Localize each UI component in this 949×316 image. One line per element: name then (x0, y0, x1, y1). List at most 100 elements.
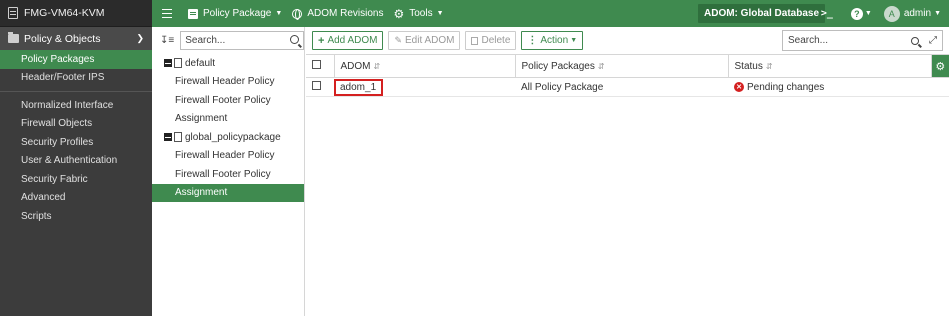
tree-node-firewall-header-policy[interactable]: Firewall Header Policy (152, 147, 304, 166)
avatar[interactable]: A (883, 5, 900, 22)
table-row[interactable]: adom_1 All Policy Package ✕ Pending chan… (306, 77, 949, 97)
tree-node-label: global_policypackage (185, 131, 281, 143)
column-header-adom[interactable]: ADOM ⇵ (334, 54, 516, 78)
sort-icon: ⇵ (373, 61, 381, 71)
sidebar-item-user-authentication[interactable]: User & Authentication (0, 152, 152, 171)
gear-icon: ⚙ (393, 6, 405, 21)
globe-icon (292, 8, 303, 20)
tree-node-firewall-header-policy[interactable]: Firewall Header Policy (152, 73, 304, 92)
main-search-placeholder: Search... (788, 35, 829, 46)
policy-package-tree: ↧≡ Search... default Firewall Header Pol… (152, 27, 305, 316)
tree-search-input[interactable]: Search... (180, 31, 304, 50)
sidebar-item-normalized-interface[interactable]: Normalized Interface (0, 96, 152, 115)
plus-icon: + (318, 34, 325, 47)
caret-down-icon: ▼ (570, 37, 578, 44)
action-label: Action (540, 35, 569, 46)
status-text: Pending changes (747, 81, 825, 93)
row-spacer (931, 77, 949, 97)
row-checkbox[interactable] (312, 81, 321, 90)
adom-revisions-menu[interactable]: ADOM Revisions (292, 8, 384, 20)
sort-icon: ⇵ (597, 61, 605, 71)
tree-node-assignment[interactable]: Assignment (152, 110, 304, 129)
adom-cell: adom_1 (334, 77, 515, 97)
hamburger-menu-icon[interactable] (156, 8, 178, 20)
status-cell: ✕ Pending changes (728, 77, 931, 97)
row-select-cell (306, 77, 334, 97)
sidebar-item-firewall-objects[interactable]: Firewall Objects (0, 115, 152, 134)
expand-icon[interactable]: ⤢ (929, 35, 937, 46)
sidebar-section-label: Policy & Objects (24, 32, 101, 45)
main-content: + Add ADOM ✎ Edit ADOM Delete ⋮ Action ▼… (306, 27, 949, 316)
sort-icon: ⇵ (765, 61, 773, 71)
caret-down-icon[interactable]: ▼ (934, 10, 941, 17)
folder-icon (8, 32, 19, 43)
sidebar-item-security-fabric[interactable]: Security Fabric (0, 170, 152, 189)
adom-table: ADOM ⇵ Policy Packages ⇵ Status ⇵ ⚙ adom_1 … (306, 54, 949, 97)
tree-node-firewall-footer-policy[interactable]: Firewall Footer Policy (152, 165, 304, 184)
user-name[interactable]: admin (904, 8, 931, 19)
search-icon[interactable] (290, 35, 299, 44)
chevron-right-icon: ❯ (136, 33, 144, 43)
select-all-cell (306, 54, 335, 78)
column-label: Status (734, 60, 763, 72)
terminal-icon[interactable]: >_ (821, 8, 833, 19)
package-icon (174, 132, 182, 143)
device-name: FMG-VM64-KVM (24, 7, 105, 19)
delete-label: Delete (481, 35, 511, 46)
main-search-input[interactable]: Search... ⤢ (782, 30, 943, 51)
adom-name[interactable]: adom_1 (334, 78, 384, 96)
policy-package-label: Policy Package (203, 8, 272, 19)
tree-node-firewall-footer-policy[interactable]: Firewall Footer Policy (152, 91, 304, 110)
adom-selector[interactable]: ADOM: Global Database (698, 4, 826, 23)
edit-icon: ✎ (394, 35, 403, 45)
column-label: ADOM (340, 60, 371, 72)
add-adom-button[interactable]: + Add ADOM (312, 31, 384, 50)
column-settings-button[interactable]: ⚙ (931, 54, 949, 78)
policy-package-menu[interactable]: Policy Package ▼ (188, 8, 282, 19)
more-vertical-icon: ⋮ (527, 35, 538, 46)
tree-node-global-policypackage[interactable]: global_policypackage (152, 128, 304, 147)
collapse-icon[interactable] (164, 59, 172, 68)
tree-toolbar: ↧≡ Search... (152, 27, 304, 54)
column-header-status[interactable]: Status ⇵ (728, 54, 932, 78)
tree-search-placeholder: Search... (185, 35, 226, 46)
trash-icon (471, 36, 479, 45)
policy-packages-cell: All Policy Package (515, 77, 728, 97)
adom-revisions-label: ADOM Revisions (307, 8, 384, 19)
tree-node-assignment[interactable]: Assignment (152, 183, 304, 202)
table-header-row: ADOM ⇵ Policy Packages ⇵ Status ⇵ ⚙ (306, 54, 949, 78)
collapse-icon[interactable] (164, 133, 172, 142)
sidebar-item-advanced[interactable]: Advanced (0, 189, 152, 208)
sidebar-section-policy-objects[interactable]: Policy & Objects ❯ (0, 27, 152, 50)
search-icon[interactable] (911, 36, 919, 45)
delete-button[interactable]: Delete (465, 31, 517, 50)
action-button[interactable]: ⋮ Action ▼ (521, 31, 584, 50)
select-all-checkbox[interactable] (312, 60, 321, 69)
column-label: Policy Packages (521, 60, 595, 72)
tree-node-default[interactable]: default (152, 54, 304, 73)
device-header[interactable]: FMG-VM64-KVM (0, 0, 152, 27)
sort-icon[interactable]: ↧≡ (160, 35, 174, 46)
sidebar-item-header-footer-ips[interactable]: Header/Footer IPS (0, 69, 152, 88)
tree-node-label: default (185, 57, 216, 69)
edit-adom-label: Edit ADOM (405, 35, 455, 46)
sidebar-item-scripts[interactable]: Scripts (0, 207, 152, 226)
tools-label: Tools (409, 8, 433, 19)
help-icon: ? (850, 7, 863, 20)
add-adom-label: Add ADOM (327, 35, 378, 46)
help-menu[interactable]: ? ▼ (850, 7, 872, 20)
edit-adom-button[interactable]: ✎ Edit ADOM (388, 31, 461, 50)
top-bar: Policy Package ▼ ADOM Revisions ⚙ Tools … (152, 0, 949, 27)
tools-menu[interactable]: ⚙ Tools ▼ (393, 6, 444, 21)
sidebar-divider (0, 91, 152, 92)
sidebar-item-security-profiles[interactable]: Security Profiles (0, 133, 152, 152)
column-header-policy-packages[interactable]: Policy Packages ⇵ (515, 54, 729, 78)
sidebar-item-policy-packages[interactable]: Policy Packages (0, 50, 152, 69)
error-icon: ✕ (734, 82, 744, 92)
left-sidebar: FMG-VM64-KVM Policy & Objects ❯ Policy P… (0, 0, 152, 316)
caret-down-icon: ▼ (275, 10, 283, 17)
policy-package-icon (188, 8, 198, 19)
caret-down-icon: ▼ (436, 10, 444, 17)
top-bar-right: >_ ? ▼ A admin ▼ (821, 0, 949, 27)
search-icons: ⤢ (911, 35, 937, 46)
